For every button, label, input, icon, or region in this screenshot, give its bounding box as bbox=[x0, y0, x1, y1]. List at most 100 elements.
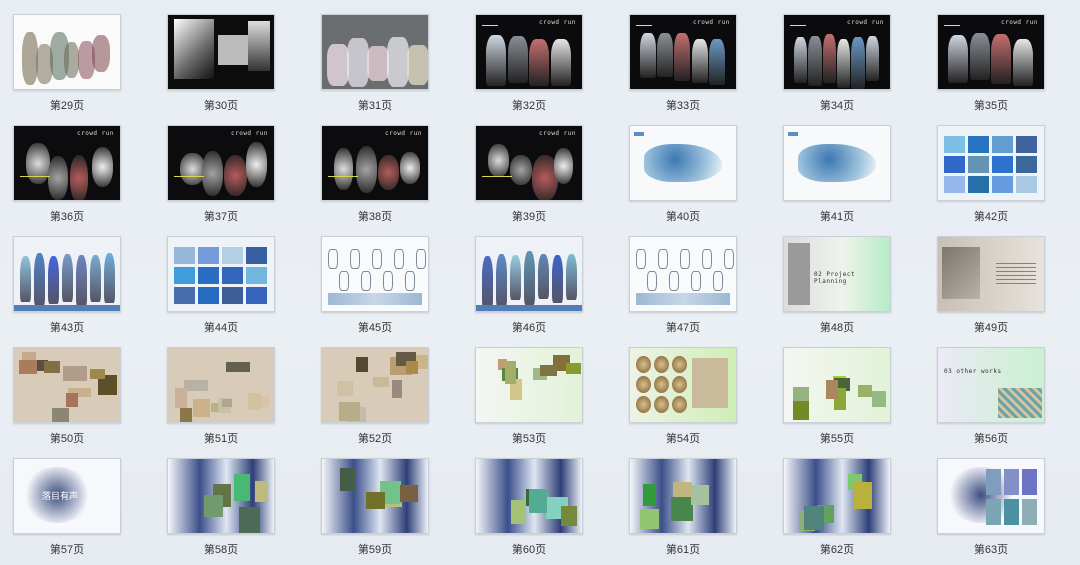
slide-sketch bbox=[636, 249, 646, 269]
slide-preview[interactable] bbox=[167, 14, 275, 90]
slide-photo bbox=[642, 483, 656, 507]
page-thumbnail[interactable]: crowd run 第39页 bbox=[475, 125, 583, 223]
slide-heading: crowd run bbox=[692, 19, 730, 26]
page-thumbnail[interactable]: 03 other works 第56页 bbox=[937, 347, 1045, 445]
slide-preview[interactable] bbox=[629, 347, 737, 423]
slide-photo bbox=[248, 21, 270, 71]
slide-band bbox=[476, 305, 582, 311]
slide-preview[interactable] bbox=[629, 236, 737, 312]
slide-tile bbox=[872, 391, 886, 408]
slide-preview[interactable]: crowd run bbox=[475, 14, 583, 90]
page-thumbnail[interactable]: 第63页 bbox=[937, 458, 1045, 556]
slide-preview[interactable]: crowd run bbox=[783, 14, 891, 90]
page-thumbnail[interactable]: crowd run 第37页 bbox=[167, 125, 275, 223]
page-thumbnail[interactable]: 02 Project Planning 第48页 bbox=[783, 236, 891, 334]
page-thumbnail[interactable]: 第42页 bbox=[937, 125, 1045, 223]
slide-preview[interactable] bbox=[937, 458, 1045, 534]
page-thumbnail[interactable]: 第55页 bbox=[783, 347, 891, 445]
page-thumbnail[interactable]: 第40页 bbox=[629, 125, 737, 223]
slide-tile bbox=[792, 387, 809, 402]
slide-preview[interactable]: 02 Project Planning bbox=[783, 236, 891, 312]
slide-preview[interactable] bbox=[13, 14, 121, 90]
slide-tile bbox=[226, 361, 250, 373]
slide-preview[interactable]: crowd run bbox=[475, 125, 583, 201]
page-label: 第33页 bbox=[665, 100, 701, 112]
slide-preview[interactable] bbox=[475, 236, 583, 312]
page-thumbnail[interactable]: crowd run 第33页 bbox=[629, 14, 737, 112]
page-thumbnail[interactable]: 第53页 bbox=[475, 347, 583, 445]
page-thumbnail[interactable]: 第61页 bbox=[629, 458, 737, 556]
slide-figure bbox=[510, 155, 533, 186]
page-label: 第55页 bbox=[819, 433, 855, 445]
slide-figure bbox=[657, 33, 674, 78]
slide-photo bbox=[986, 499, 1001, 525]
slide-preview[interactable] bbox=[783, 458, 891, 534]
slide-preview[interactable] bbox=[475, 347, 583, 423]
page-thumbnail[interactable]: 第44页 bbox=[167, 236, 275, 334]
page-thumbnail[interactable]: 第62页 bbox=[783, 458, 891, 556]
page-thumbnail[interactable]: 第45页 bbox=[321, 236, 429, 334]
page-thumbnail[interactable]: 第30页 bbox=[167, 14, 275, 112]
slide-preview[interactable] bbox=[475, 458, 583, 534]
slide-figure bbox=[640, 33, 656, 78]
page-thumbnail[interactable]: crowd run 第38页 bbox=[321, 125, 429, 223]
slide-tile bbox=[174, 247, 195, 264]
page-thumbnail[interactable]: 第58页 bbox=[167, 458, 275, 556]
page-thumbnail[interactable]: crowd run 第35页 bbox=[937, 14, 1045, 112]
slide-preview[interactable] bbox=[783, 347, 891, 423]
slide-preview[interactable]: crowd run bbox=[167, 125, 275, 201]
page-label: 第32页 bbox=[511, 100, 547, 112]
slide-tile bbox=[992, 156, 1013, 173]
page-thumbnail[interactable]: 第43页 bbox=[13, 236, 121, 334]
slide-tile bbox=[247, 392, 262, 411]
slide-preview[interactable]: crowd run bbox=[629, 14, 737, 90]
slide-preview[interactable]: 03 other works bbox=[937, 347, 1045, 423]
slide-tile bbox=[51, 407, 70, 422]
page-thumbnail[interactable]: 第41页 bbox=[783, 125, 891, 223]
page-label: 第54页 bbox=[665, 433, 701, 445]
slide-preview[interactable] bbox=[167, 458, 275, 534]
page-thumbnail[interactable]: 第54页 bbox=[629, 347, 737, 445]
slide-photo bbox=[561, 506, 577, 526]
page-thumbnail[interactable]: 第47页 bbox=[629, 236, 737, 334]
slide-preview[interactable] bbox=[321, 236, 429, 312]
slide-preview[interactable] bbox=[13, 347, 121, 423]
slide-tile bbox=[992, 136, 1013, 153]
page-thumbnail[interactable]: 第52页 bbox=[321, 347, 429, 445]
thumbnail-grid: 第29页 第30页 第31页 crowd run 第32页 crowd run 第33页 cr… bbox=[0, 0, 1080, 565]
slide-preview[interactable] bbox=[167, 347, 275, 423]
slide-preview[interactable] bbox=[13, 236, 121, 312]
slide-figure bbox=[400, 152, 420, 184]
page-thumbnail[interactable]: crowd run 第32页 bbox=[475, 14, 583, 112]
slide-preview[interactable]: crowd run bbox=[321, 125, 429, 201]
slide-figure bbox=[202, 150, 223, 197]
slide-preview[interactable] bbox=[629, 125, 737, 201]
page-thumbnail[interactable]: 第59页 bbox=[321, 458, 429, 556]
slide-tile bbox=[63, 365, 87, 382]
page-thumbnail[interactable]: 第49页 bbox=[937, 236, 1045, 334]
page-thumbnail[interactable]: 第60页 bbox=[475, 458, 583, 556]
page-label: 第34页 bbox=[819, 100, 855, 112]
slide-preview[interactable]: crowd run bbox=[937, 14, 1045, 90]
slide-preview[interactable]: 落目有声 bbox=[13, 458, 121, 534]
slide-figure bbox=[529, 38, 549, 87]
page-thumbnail[interactable]: 第51页 bbox=[167, 347, 275, 445]
page-thumbnail[interactable]: 落目有声 第57页 bbox=[13, 458, 121, 556]
slide-heading: crowd run bbox=[538, 19, 576, 26]
slide-preview[interactable]: crowd run bbox=[13, 125, 121, 201]
slide-blob bbox=[644, 144, 722, 182]
page-thumbnail[interactable]: crowd run 第34页 bbox=[783, 14, 891, 112]
slide-preview[interactable] bbox=[629, 458, 737, 534]
slide-preview[interactable] bbox=[321, 14, 429, 90]
page-thumbnail[interactable]: 第50页 bbox=[13, 347, 121, 445]
page-thumbnail[interactable]: 第31页 bbox=[321, 14, 429, 112]
slide-preview[interactable] bbox=[321, 458, 429, 534]
slide-preview[interactable] bbox=[937, 125, 1045, 201]
slide-preview[interactable] bbox=[937, 236, 1045, 312]
slide-preview[interactable] bbox=[321, 347, 429, 423]
page-thumbnail[interactable]: crowd run 第36页 bbox=[13, 125, 121, 223]
page-thumbnail[interactable]: 第46页 bbox=[475, 236, 583, 334]
slide-preview[interactable] bbox=[783, 125, 891, 201]
page-thumbnail[interactable]: 第29页 bbox=[13, 14, 121, 112]
slide-preview[interactable] bbox=[167, 236, 275, 312]
